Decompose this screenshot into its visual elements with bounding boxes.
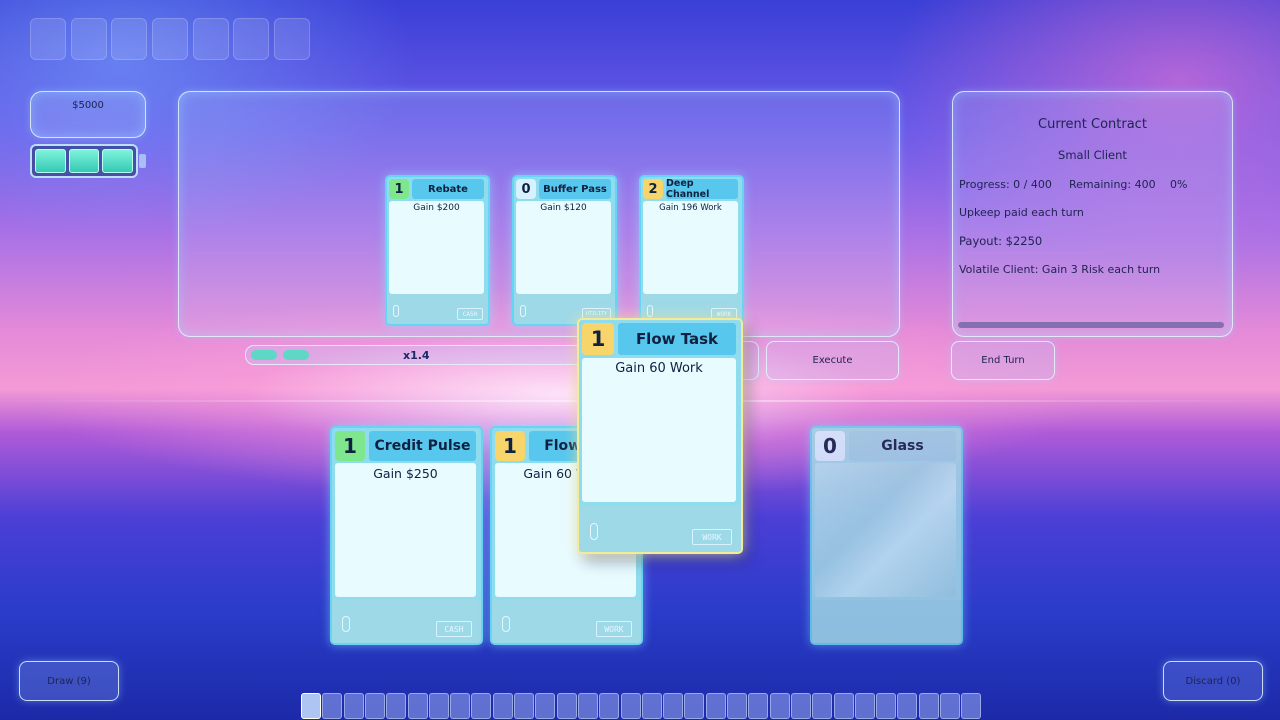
contract-upkeep: Upkeep paid each turn: [959, 206, 1084, 219]
card-name: Buffer Pass: [539, 179, 611, 199]
relic-slot[interactable]: [71, 18, 107, 60]
contract-remaining: Remaining: 400: [1069, 178, 1156, 191]
card-tag: CASH: [436, 621, 472, 637]
deck-card-slot: [407, 693, 428, 719]
end-turn-button[interactable]: End Turn: [951, 341, 1055, 380]
cash-value: $5000: [72, 100, 104, 111]
energy-cell: [102, 149, 134, 173]
card-cost: 1: [582, 323, 614, 355]
card-name: Credit Pulse: [369, 431, 476, 461]
contract-client: Small Client: [1058, 148, 1127, 162]
deck-card-slot: [854, 693, 875, 719]
card-tag: CASH: [457, 308, 483, 320]
deck-card-slot: [961, 693, 982, 719]
discard-pile-button[interactable]: Discard (0): [1163, 661, 1263, 701]
deck-card-slot: [322, 693, 343, 719]
board-card[interactable]: 1 Rebate Gain $200 CASH: [385, 175, 490, 326]
deck-card-slot: [620, 693, 641, 719]
held-card[interactable]: 1 Flow Task Gain 60 Work WORK: [577, 318, 743, 554]
board-card[interactable]: 2 Deep Channel Gain 196 Work WORK: [639, 175, 744, 326]
deck-card-slot: [514, 693, 534, 719]
battery-cap: [139, 154, 146, 168]
relic-slot[interactable]: [274, 18, 310, 60]
deck-card-slot: [428, 693, 449, 719]
relic-slot[interactable]: [233, 18, 269, 60]
multiplier-segment: [251, 350, 277, 360]
card-cost: 1: [389, 179, 409, 199]
deck-card-slot: [748, 693, 769, 719]
card-cost: 2: [643, 179, 663, 199]
deck-card-slot: [492, 693, 513, 719]
deck-card-slot: [641, 693, 662, 719]
card-name: Flow Task: [618, 323, 736, 355]
card-cost: 1: [495, 431, 525, 461]
contract-panel: Current Contract Small Client Progress: …: [952, 91, 1233, 337]
deck-card-slot: [727, 693, 747, 719]
deck-card-slot: [577, 693, 598, 719]
multiplier-segment: [283, 350, 309, 360]
card-pip-icon: [342, 616, 350, 632]
contract-progress-bar: [958, 322, 1224, 328]
deck-card-slot: [940, 693, 960, 719]
card-pip-icon: [647, 305, 653, 317]
deck-card-slot: [790, 693, 811, 719]
card-text: Gain 196 Work: [643, 201, 738, 294]
deck-card-slot: [705, 693, 726, 719]
relic-slot[interactable]: [30, 18, 66, 60]
contract-payout: Payout: $2250: [959, 234, 1043, 248]
deck-card-slot: [471, 693, 492, 719]
card-text: Gain $200: [389, 201, 484, 294]
deck-card-slot: [897, 693, 918, 719]
draw-pile-button[interactable]: Draw (9): [19, 661, 119, 701]
deck-card-slot: [364, 693, 385, 719]
card-pip-icon: [502, 616, 510, 632]
card-pip-icon: [520, 305, 526, 317]
deck-card-slot: [599, 693, 620, 719]
card-text: Gain 60 Work: [582, 358, 736, 502]
card-cost: 0: [815, 431, 845, 461]
card-cost: 1: [335, 431, 365, 461]
deck-card-slot: [663, 693, 684, 719]
contract-percent: 0%: [1170, 178, 1188, 191]
deck-card-slot: [918, 693, 939, 719]
deck-card-slot: [301, 693, 321, 719]
hand-card[interactable]: 1 Credit Pulse Gain $250 CASH: [330, 426, 483, 645]
deck-card-slot: [450, 693, 471, 719]
board-card[interactable]: 0 Buffer Pass Gain $120 UTILITY: [512, 175, 617, 326]
relic-slot[interactable]: [152, 18, 188, 60]
card-pip-icon: [393, 305, 399, 317]
contract-progress: Progress: 0 / 400: [959, 178, 1052, 191]
execute-button[interactable]: Execute: [766, 341, 899, 380]
deck-card-slot: [343, 693, 364, 719]
deck-card-slot: [769, 693, 790, 719]
card-text: Gain $250: [335, 463, 476, 597]
card-name: Glass: [849, 431, 956, 461]
energy-cell: [35, 149, 66, 173]
deck-card-slot: [386, 693, 407, 719]
card-text: [815, 463, 956, 597]
energy-battery: [30, 144, 138, 178]
card-tag: WORK: [596, 621, 632, 637]
relic-slot[interactable]: [111, 18, 147, 60]
multiplier-label: x1.4: [403, 349, 430, 362]
deck-card-slot: [812, 693, 833, 719]
card-text: Gain $120: [516, 201, 611, 294]
energy-cell: [68, 149, 100, 173]
contract-modifier: Volatile Client: Gain 3 Risk each turn: [959, 263, 1161, 276]
deck-card-slot: [833, 693, 854, 719]
card-name: Deep Channel: [666, 178, 738, 200]
deck-card-slot: [684, 693, 705, 719]
deck-card-slot: [556, 693, 577, 719]
hand-card[interactable]: 0 Glass: [810, 426, 963, 645]
contract-title: Current Contract: [1038, 117, 1147, 132]
cash-display: $5000: [30, 91, 146, 138]
deck-card-slot: [535, 693, 556, 719]
deck-card-slot: [876, 693, 897, 719]
card-cost: 0: [516, 179, 536, 199]
card-name: Rebate: [412, 179, 484, 199]
card-pip-icon: [590, 523, 598, 540]
card-tag: WORK: [692, 529, 732, 545]
relic-slot[interactable]: [193, 18, 229, 60]
